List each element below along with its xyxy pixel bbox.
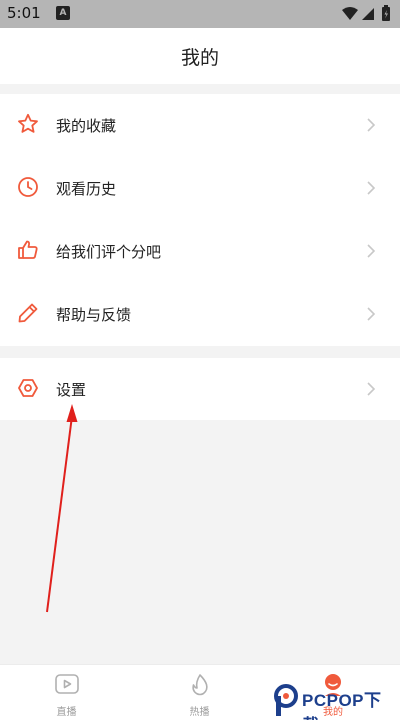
pencil-icon [18, 303, 38, 323]
menu-group-settings: 设置 [0, 358, 400, 420]
status-bar: 5:01 A [0, 0, 400, 28]
tab-live[interactable]: 直播 [0, 665, 133, 720]
wifi-icon [342, 7, 358, 20]
chevron-right-icon [367, 118, 376, 132]
tab-label: 热播 [189, 707, 210, 718]
menu-item-label: 我的收藏 [56, 117, 117, 135]
thumbs-up-icon [18, 240, 38, 259]
empty-content-area [0, 420, 400, 664]
menu-item-favorites[interactable]: 我的收藏 [0, 94, 400, 156]
status-time: 5:01 [7, 4, 41, 22]
menu-item-label: 给我们评个分吧 [56, 243, 162, 261]
menu-group-main: 我的收藏 观看历史 给我们评个分吧 帮助与反馈 [0, 94, 400, 346]
signal-icon [362, 8, 374, 20]
menu-item-label: 帮助与反馈 [56, 306, 132, 324]
menu-item-label: 观看历史 [56, 180, 117, 198]
play-screen-icon [54, 674, 79, 694]
watermark-text: PCPOP下载 [302, 691, 382, 720]
chevron-right-icon [367, 382, 376, 396]
page-title: 我的 [180, 47, 219, 69]
clock-icon [18, 177, 38, 197]
system-status-icons [342, 5, 390, 21]
notification-a-icon: A [56, 6, 70, 20]
chevron-right-icon [367, 181, 376, 195]
watermark-logo: PCPOP下载 [272, 682, 396, 720]
menu-item-history[interactable]: 观看历史 [0, 157, 400, 219]
menu-item-rate-us[interactable]: 给我们评个分吧 [0, 220, 400, 282]
chevron-right-icon [367, 244, 376, 258]
watermark-p-icon [274, 684, 298, 716]
tab-label: 直播 [56, 707, 77, 718]
tab-hot[interactable]: 热播 [133, 665, 266, 720]
menu-item-feedback[interactable]: 帮助与反馈 [0, 283, 400, 345]
flame-icon [191, 674, 208, 696]
chevron-right-icon [367, 307, 376, 321]
star-icon [18, 113, 38, 133]
settings-hexagon-icon [18, 379, 38, 397]
menu-item-settings[interactable]: 设置 [0, 358, 400, 420]
page-header: 我的 [0, 28, 400, 84]
menu-item-label: 设置 [56, 381, 87, 399]
